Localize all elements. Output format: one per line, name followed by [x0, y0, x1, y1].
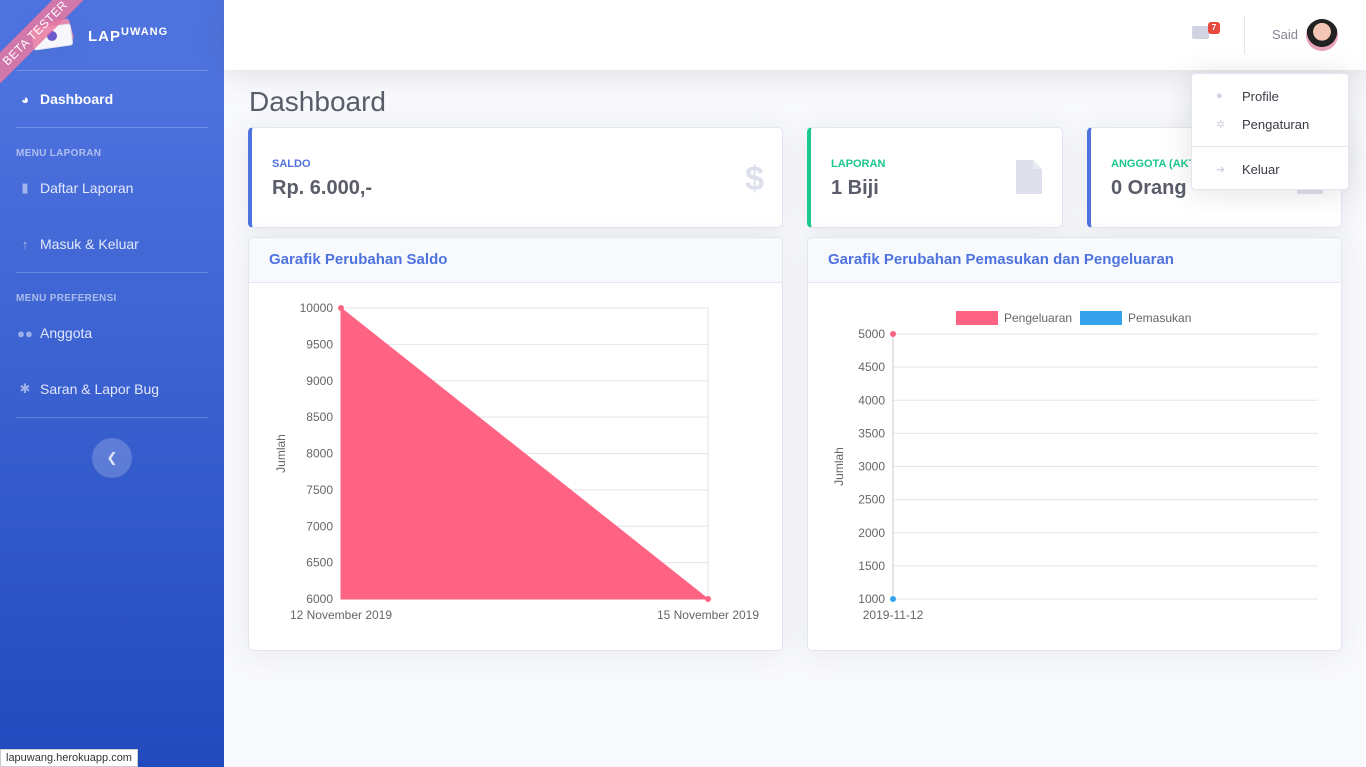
heading-menu-laporan: MENU LAPORAN — [16, 148, 102, 159]
data-point — [705, 596, 711, 602]
dropdown-pengaturan[interactable]: ✲ Pengaturan — [1192, 110, 1348, 138]
page-title: Dashboard — [249, 86, 386, 117]
y-tick-label: 9500 — [306, 337, 333, 351]
divider — [16, 417, 208, 418]
legend-label: Pengeluaran — [1004, 311, 1072, 325]
chart-pemasukan-card: Garafik Perubahan Pemasukan dan Pengelua… — [807, 237, 1342, 651]
legend-swatch — [1080, 311, 1122, 325]
tachometer-icon: ◕ — [21, 91, 29, 107]
data-point — [338, 305, 344, 311]
chevron-left-icon: ❮ — [106, 450, 118, 465]
x-tick-label: 12 November 2019 — [290, 608, 392, 622]
y-tick-label: 9000 — [306, 374, 333, 388]
sidebar-toggle-button[interactable]: ❮ — [92, 438, 132, 478]
legend-label: Pemasukan — [1128, 311, 1191, 325]
laporan-label: Laporan — [831, 158, 886, 170]
y-tick-label: 1500 — [858, 559, 885, 573]
y-tick-label: 4500 — [858, 360, 885, 374]
dropdown-keluar[interactable]: ➜ Keluar — [1192, 155, 1348, 183]
brand[interactable]: LAPUWANG BETA TESTER — [0, 0, 224, 87]
y-tick-label: 3500 — [858, 426, 885, 440]
laporan-card: Laporan 1 Biji — [807, 127, 1063, 228]
y-tick-label: 5000 — [858, 327, 885, 341]
dropdown-divider — [1192, 146, 1348, 147]
bug-icon: ✱ — [19, 381, 31, 396]
y-tick-label: 2000 — [858, 526, 885, 540]
chart-saldo: 10000 9500 9000 8500 8000 7500 7000 6500 6000 12 … — [274, 301, 759, 622]
cogs-icon: ✲ — [1216, 118, 1226, 131]
chart-pemasukan-pengeluaran: 5000 4500 4000 3500 3000 2500 2000 1500 1000 Peng… — [832, 311, 1318, 622]
y-tick-label: 3000 — [858, 460, 885, 474]
file-icon: ▮ — [21, 180, 29, 195]
laporan-value: 1 Biji — [831, 177, 879, 199]
saldo-card: Saldo Rp. 6.000,- $ — [248, 127, 783, 228]
user-dropdown-menu: ● Profile ✲ Pengaturan ➜ Keluar — [1191, 73, 1349, 190]
y-tick-label: 10000 — [300, 301, 334, 315]
data-point — [890, 596, 896, 602]
x-tick-label: 15 November 2019 — [657, 608, 759, 622]
anggota-value: 0 Orang — [1111, 177, 1187, 199]
arrow-up-icon: ↑ — [21, 236, 29, 252]
chart-saldo-title: Garafik Perubahan Saldo — [249, 238, 782, 283]
legend-swatch — [956, 311, 998, 325]
status-bar-url: lapuwang.herokuapp.com — [0, 749, 138, 767]
y-axis-label: Jumlah — [274, 434, 288, 473]
messages-count-badge: 7 — [1208, 22, 1220, 34]
topbar-divider — [1244, 16, 1245, 54]
user-name[interactable]: Said — [1272, 27, 1298, 42]
brand-name: LAPUWANG — [88, 25, 169, 45]
y-tick-label: 8000 — [306, 447, 333, 461]
y-tick-label: 8500 — [306, 410, 333, 424]
chart-saldo-card: Garafik Perubahan Saldo 10000 9500 9000 850… — [248, 237, 783, 651]
y-tick-label: 4000 — [858, 393, 885, 407]
saldo-label: Saldo — [272, 158, 311, 170]
users-icon: ●● — [17, 325, 33, 341]
x-tick-label: 2019-11-12 — [863, 608, 924, 622]
heading-menu-preferensi: MENU PREFERENSI — [16, 293, 117, 304]
y-tick-label: 7500 — [306, 483, 333, 497]
nav-anggota[interactable]: ●● Anggota — [0, 305, 224, 361]
user-icon: ● — [1216, 90, 1223, 102]
y-axis-label: Jumlah — [832, 447, 846, 486]
sidebar: LAPUWANG BETA TESTER ◕ Dashboard MENU LA… — [0, 0, 224, 767]
data-point — [890, 331, 896, 337]
saldo-value: Rp. 6.000,- — [272, 177, 373, 199]
y-tick-label: 2500 — [858, 493, 885, 507]
nav-daftar-laporan[interactable]: ▮ Daftar Laporan — [0, 160, 224, 216]
sign-out-icon: ➜ — [1216, 163, 1226, 176]
y-tick-label: 6000 — [306, 592, 333, 606]
y-tick-label: 6500 — [306, 556, 333, 570]
file-icon — [1016, 160, 1042, 194]
nav-masuk-keluar[interactable]: ↑ Masuk & Keluar — [0, 216, 224, 272]
nav-dashboard[interactable]: ◕ Dashboard — [0, 71, 224, 127]
y-tick-label: 1000 — [858, 592, 885, 606]
user-avatar[interactable] — [1306, 19, 1338, 51]
topbar: 7 Said — [224, 0, 1366, 70]
envelope-icon — [1192, 26, 1209, 39]
dollar-icon: $ — [745, 160, 764, 198]
y-tick-label: 7000 — [306, 519, 333, 533]
nav-saran-lapor-bug[interactable]: ✱ Saran & Lapor Bug — [0, 361, 224, 417]
dropdown-profile[interactable]: ● Profile — [1192, 82, 1348, 110]
chart-pemasukan-title: Garafik Perubahan Pemasukan dan Pengelua… — [808, 238, 1341, 283]
